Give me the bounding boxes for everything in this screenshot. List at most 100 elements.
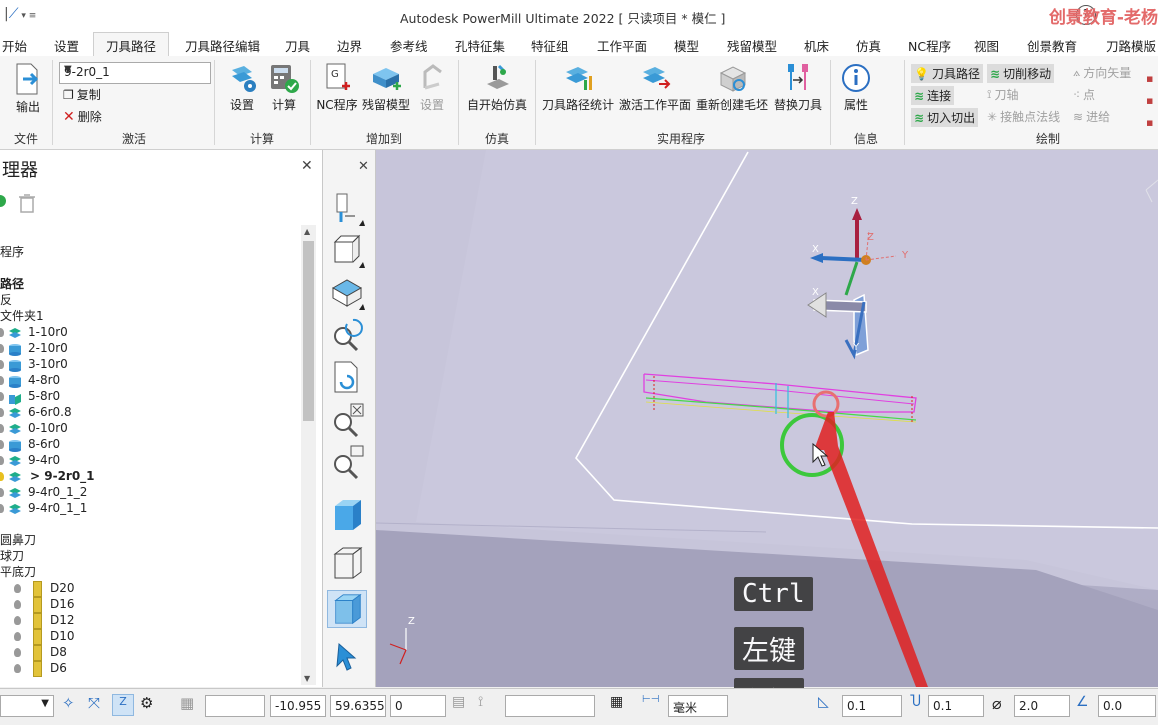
draw-cut-moves-toggle[interactable]: ≋ 切削移动 bbox=[987, 64, 1055, 83]
active-toolpath-select[interactable]: 9-2r0_1 ▼ bbox=[59, 62, 211, 84]
tree-toolpath-item[interactable]: 0-10r0 bbox=[0, 420, 68, 436]
draw-links-toggle[interactable]: ≋ 连接 bbox=[911, 86, 955, 105]
angle-icon[interactable]: ∠ bbox=[1076, 694, 1098, 716]
tab-boundary[interactable]: 边界 bbox=[337, 36, 362, 55]
properties-button[interactable]: 属性 bbox=[838, 62, 874, 113]
snap-workplane-icon[interactable]: Z bbox=[112, 694, 134, 716]
lightbulb-icon[interactable] bbox=[0, 424, 4, 433]
ribbon-overflow-icons[interactable]: ▪ ▪ ▪ bbox=[1146, 68, 1158, 129]
tree-item[interactable]: 反 bbox=[0, 292, 12, 308]
lightbulb-icon[interactable] bbox=[14, 584, 21, 593]
lightbulb-icon[interactable] bbox=[0, 472, 4, 481]
tab-toolpath-edit[interactable]: 刀具路径编辑 bbox=[185, 36, 260, 55]
tree-toolpath-item[interactable]: 2-10r0 bbox=[0, 340, 68, 356]
tool-view-icon[interactable] bbox=[327, 190, 367, 228]
angle-field[interactable]: 0.0 bbox=[1098, 695, 1156, 717]
tab-view[interactable]: 视图 bbox=[974, 36, 999, 55]
wireframe-view-icon[interactable] bbox=[327, 544, 367, 582]
tab-stock-model[interactable]: 残留模型 bbox=[727, 36, 777, 55]
lightbulb-icon[interactable] bbox=[0, 344, 4, 353]
draw-tool-axis-toggle[interactable]: ⟟ 刀轴 bbox=[987, 86, 1018, 103]
sketch-icon[interactable]: ⟋ bbox=[9, 6, 19, 22]
simulate-from-start-button[interactable]: 自开始仿真 bbox=[466, 62, 528, 113]
tree-item[interactable]: 文件夹1 bbox=[0, 308, 44, 324]
snap-grid-icon[interactable]: ✧ bbox=[62, 694, 84, 716]
tree-tool-item[interactable]: D16 bbox=[0, 596, 75, 613]
tab-tool[interactable]: 刀具 bbox=[285, 36, 310, 55]
tree-tool-item[interactable]: D6 bbox=[0, 660, 67, 677]
tree-toolpath-item[interactable]: 8-6r0 bbox=[0, 436, 60, 452]
activate-workplane-button[interactable]: 激活工作平面 bbox=[618, 62, 692, 113]
diameter-field[interactable]: 2.0 bbox=[1014, 695, 1070, 717]
close-icon[interactable]: ✕ bbox=[301, 158, 313, 174]
toolpath-statistics-button[interactable]: 刀具路径统计 bbox=[541, 62, 615, 113]
replace-tool-button[interactable]: 替换刀具 bbox=[772, 62, 824, 113]
thickness-field[interactable]: 0.1 bbox=[928, 695, 984, 717]
tree-toolpath-item[interactable]: 6-6r0.8 bbox=[0, 404, 72, 420]
tree-tool-item[interactable]: D12 bbox=[0, 612, 75, 629]
draw-contact-normal-toggle[interactable]: ✳ 接触点法线 bbox=[987, 108, 1060, 125]
tree-toolpath-item[interactable]: > 9-2r0_1 bbox=[0, 468, 95, 484]
dropdown-icon[interactable]: ▾ ≡ bbox=[19, 11, 36, 21]
zoom-fit-icon[interactable] bbox=[327, 400, 367, 438]
quick-access-toolbar[interactable]: |⟋ ▾ ≡ bbox=[4, 6, 36, 22]
lightbulb-icon[interactable] bbox=[0, 456, 4, 465]
tree-item[interactable]: 球刀 bbox=[0, 548, 24, 564]
scrollbar-thumb[interactable] bbox=[303, 241, 314, 421]
draw-direction-vector-toggle[interactable]: ⟑ 方向矢量 bbox=[1073, 64, 1131, 81]
calculator-icon[interactable]: ▦ bbox=[610, 694, 632, 716]
workplane-select[interactable]: ▼ bbox=[0, 695, 54, 717]
tree-item[interactable]: 圆鼻刀 bbox=[0, 532, 36, 548]
add-to-stock-model-button[interactable]: 残留模型 bbox=[362, 62, 410, 113]
tab-machine[interactable]: 机床 bbox=[804, 36, 829, 55]
status-empty-field[interactable] bbox=[505, 695, 595, 717]
units-ruler-icon[interactable]: ⊢⊣ bbox=[642, 694, 664, 716]
status-blank-field[interactable] bbox=[205, 695, 265, 717]
delete-button[interactable]: ✕ 删除 bbox=[63, 108, 102, 125]
tree-item[interactable]: 路径 bbox=[0, 276, 24, 292]
cursor-tool-icon[interactable]: ⚙ bbox=[140, 694, 162, 716]
lightbulb-icon[interactable] bbox=[0, 504, 4, 513]
draw-feed-toggle[interactable]: ≋ 进给 bbox=[1073, 108, 1110, 125]
output-button[interactable]: 输出 bbox=[12, 62, 44, 115]
lightbulb-icon[interactable] bbox=[0, 376, 4, 385]
copy-button[interactable]: ❐ 复制 bbox=[63, 86, 101, 103]
measure-icon[interactable]: ⟟ bbox=[478, 694, 500, 716]
view-top-icon[interactable] bbox=[327, 274, 367, 312]
tab-workplane[interactable]: 工作平面 bbox=[597, 36, 647, 55]
draw-toolpath-toggle[interactable]: 💡 刀具路径 bbox=[911, 64, 983, 83]
lightbulb-icon[interactable] bbox=[0, 360, 4, 369]
transparent-view-icon[interactable] bbox=[327, 590, 367, 628]
lightbulb-icon[interactable] bbox=[14, 616, 21, 625]
refresh-icon[interactable] bbox=[0, 195, 6, 207]
close-icon[interactable]: ✕ bbox=[358, 159, 369, 174]
tree-tool-item[interactable]: D8 bbox=[0, 644, 67, 661]
lightbulb-icon[interactable] bbox=[0, 392, 4, 401]
lightbulb-icon[interactable] bbox=[0, 488, 4, 497]
explorer-scrollbar[interactable]: ▲ ▼ bbox=[301, 225, 316, 685]
tab-start[interactable]: 开始 bbox=[2, 36, 27, 55]
tree-item[interactable]: 平底刀 bbox=[0, 564, 36, 580]
tree-tool-item[interactable]: D10 bbox=[0, 628, 75, 645]
refresh-view-icon[interactable] bbox=[327, 358, 367, 396]
tab-feature-group[interactable]: 特征组 bbox=[531, 36, 569, 55]
zoom-rotate-icon[interactable] bbox=[327, 316, 367, 354]
tree-item[interactable]: 程序 bbox=[0, 244, 24, 260]
tab-toolpath[interactable]: 刀具路径 bbox=[93, 32, 170, 56]
toolpath-settings-button[interactable]: 设置 bbox=[226, 62, 258, 113]
tab-chuangjing[interactable]: 创景教育 bbox=[1027, 36, 1077, 55]
add-to-nc-program-button[interactable]: G NC程序 bbox=[316, 62, 358, 113]
scroll-up-icon[interactable]: ▲ bbox=[304, 227, 310, 236]
coordinate-z-field[interactable]: 0 bbox=[390, 695, 446, 717]
tree-toolpath-item[interactable]: 3-10r0 bbox=[0, 356, 68, 372]
units-field[interactable]: 毫米 bbox=[668, 695, 728, 717]
tree-toolpath-item[interactable]: 9-4r0_1_1 bbox=[0, 500, 87, 516]
lightbulb-icon[interactable] bbox=[0, 440, 4, 449]
select-arrow-icon[interactable] bbox=[327, 638, 367, 676]
trash-icon[interactable] bbox=[18, 192, 36, 214]
tree-toolpath-item[interactable]: 9-4r0_1_2 bbox=[0, 484, 87, 500]
tolerance-field[interactable]: 0.1 bbox=[842, 695, 902, 717]
coordinate-x-field[interactable]: -10.955 bbox=[270, 695, 326, 717]
grid-icon[interactable]: ▦ bbox=[180, 694, 202, 716]
tree-toolpath-item[interactable]: 4-8r0 bbox=[0, 372, 60, 388]
